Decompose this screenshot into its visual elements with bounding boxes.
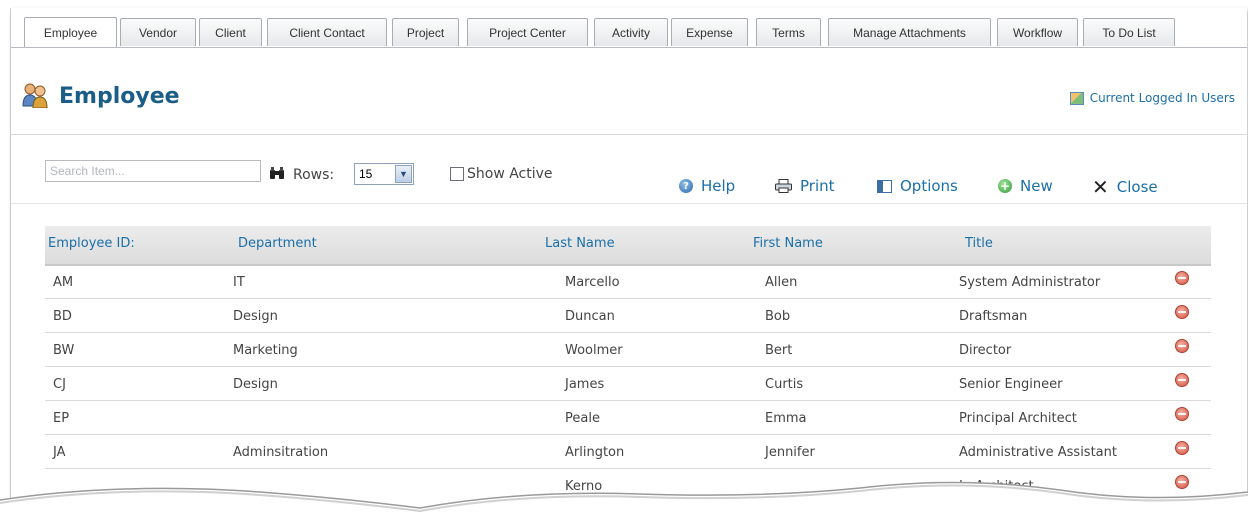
close-icon: ✕ [1092,175,1109,199]
column-header-last-name[interactable]: Last Name [545,236,615,251]
table-row[interactable]: AM IT Marcello Allen System Administrato… [45,265,1211,299]
tab-terms[interactable]: Terms [756,18,821,46]
cell-last-name: Woolmer [565,343,623,358]
table-row[interactable]: EP Peale Emma Principal Architect [45,401,1211,435]
cell-title: Principal Architect [959,411,1077,426]
delete-icon[interactable] [1175,339,1189,353]
cell-last-name: Duncan [565,309,615,324]
cell-first-name: Bob [765,309,791,324]
show-active-label: Show Active [467,166,553,182]
column-header-employee-id[interactable]: Employee ID: [48,236,135,251]
cell-last-name: Marcello [565,275,620,290]
cell-title: Administrative Assistant [959,445,1117,460]
table-row[interactable]: CJ Design James Curtis Senior Engineer [45,367,1211,401]
employees-icon [22,83,48,108]
cell-title: Draftsman [959,309,1028,324]
cell-first-name: Curtis [765,377,804,392]
close-button[interactable]: ✕ Close [1092,177,1158,197]
tab-activity[interactable]: Activity [594,18,668,46]
options-label: Options [900,177,958,195]
delete-icon[interactable] [1175,441,1189,455]
cell-employee-id: BD [53,309,72,324]
table-row[interactable]: BD Design Duncan Bob Draftsman [45,299,1211,333]
cell-last-name: Arlington [565,445,625,460]
chevron-down-icon[interactable]: ▼ [395,165,412,183]
delete-icon[interactable] [1175,407,1189,421]
tab-bar: Employee Vendor Client Client Contact Pr… [11,8,1247,48]
cell-title: Director [959,343,1012,358]
current-logged-in-users-link[interactable]: Current Logged In Users [1069,91,1235,105]
search-input[interactable] [45,160,261,182]
cell-employee-id: EP [53,411,70,426]
tab-to-do-list[interactable]: To Do List [1083,18,1175,46]
cell-employee-id: AM [53,275,74,290]
toolbar: Rows: 15 ▼ Show Active ? Help Print Opti… [11,135,1247,204]
options-button[interactable]: Options [877,177,958,195]
tab-workflow[interactable]: Workflow [997,18,1078,46]
printer-icon [775,179,792,193]
print-button[interactable]: Print [775,177,835,195]
close-label: Close [1116,178,1158,196]
delete-icon[interactable] [1175,271,1189,285]
cell-title: System Administrator [959,275,1101,290]
page-title: Employee [59,84,180,109]
cell-title: Senior Engineer [959,377,1063,392]
delete-icon[interactable] [1175,373,1189,387]
tab-project-center[interactable]: Project Center [467,18,588,46]
options-icon [877,179,892,193]
tab-employee[interactable]: Employee [24,17,117,47]
tab-vendor[interactable]: Vendor [120,18,196,46]
current-logged-in-users-label: Current Logged In Users [1089,91,1235,105]
cell-employee-id: BW [53,343,75,358]
tab-manage-attachments[interactable]: Manage Attachments [828,18,991,46]
tab-client-contact[interactable]: Client Contact [267,18,387,46]
cell-employee-id: CJ [53,377,66,392]
binoculars-icon[interactable] [269,166,285,184]
new-label: New [1020,177,1053,195]
cell-last-name: Peale [565,411,600,426]
cell-department: Design [233,309,278,324]
rows-label: Rows: [293,167,335,183]
print-label: Print [800,177,835,195]
add-icon: + [998,179,1012,193]
users-report-icon [1069,91,1084,105]
cell-first-name: Emma [765,411,807,426]
cell-department: Adminsitration [233,445,329,460]
cell-department: IT [233,275,245,290]
tab-project[interactable]: Project [392,18,459,46]
new-button[interactable]: + New [998,177,1053,195]
cell-last-name: James [565,377,605,392]
cell-employee-id: JA [53,445,66,460]
cell-department: Design [233,377,278,392]
cell-first-name: Allen [765,275,798,290]
column-header-first-name[interactable]: First Name [753,236,823,251]
torn-edge [0,481,1248,520]
help-button[interactable]: ? Help [679,177,735,195]
show-active-checkbox[interactable] [450,167,464,181]
cell-first-name: Jennifer [765,445,815,460]
rows-select[interactable]: 15 ▼ [354,163,414,185]
cell-first-name: Bert [765,343,793,358]
help-label: Help [701,177,736,195]
delete-icon[interactable] [1175,305,1189,319]
rows-select-value: 15 [359,167,373,181]
cell-department: Marketing [233,343,298,358]
table-row[interactable]: JA Adminsitration Arlington Jennifer Adm… [45,435,1211,469]
tab-client[interactable]: Client [199,18,262,46]
help-icon: ? [679,179,693,193]
column-header-title[interactable]: Title [965,236,993,251]
app-frame: Employee Vendor Client Client Contact Pr… [10,8,1247,508]
page-header: Employee Current Logged In Users [11,48,1247,135]
tab-expense[interactable]: Expense [671,18,748,46]
column-header-department[interactable]: Department [238,236,317,251]
table-row[interactable]: BW Marketing Woolmer Bert Director [45,333,1211,367]
table-header: Employee ID: Department Last Name First … [45,226,1211,266]
